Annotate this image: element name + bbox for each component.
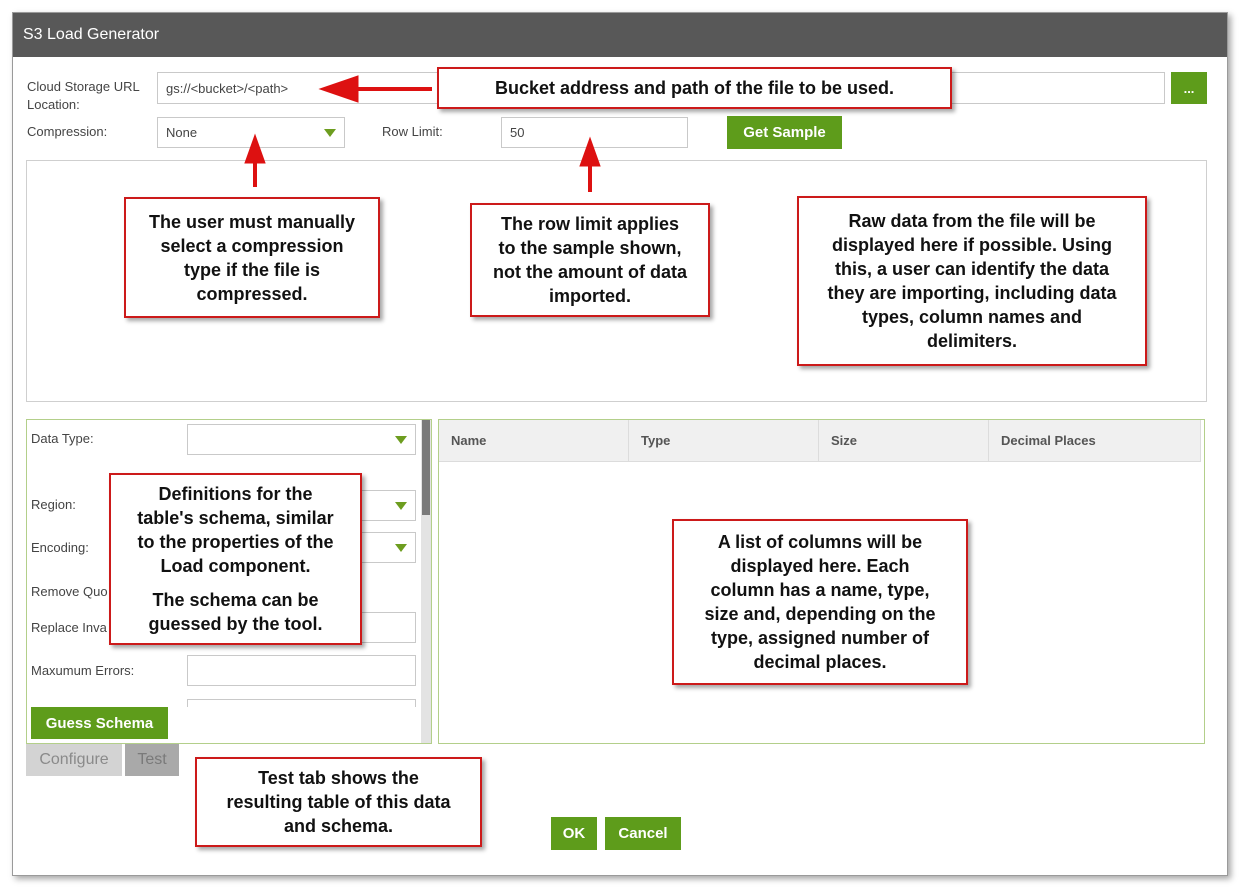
callout-line: imported. bbox=[548, 286, 631, 306]
get-sample-label: Get Sample bbox=[743, 124, 826, 141]
columns-header-row: Name Type Size Decimal Places bbox=[439, 420, 1201, 462]
url-label: Cloud Storage URL Location: bbox=[27, 79, 140, 112]
callout-line: Load component. bbox=[160, 556, 311, 576]
region-label: Region: bbox=[31, 497, 76, 512]
callout-line: they are importing, including data bbox=[827, 283, 1117, 303]
callout-line: displayed here if possible. Using bbox=[831, 235, 1113, 255]
row-limit-input[interactable]: 50 bbox=[501, 117, 688, 148]
callout-line: type, assigned number of bbox=[710, 628, 930, 648]
next-property-input[interactable] bbox=[187, 699, 416, 707]
browse-label: ... bbox=[1183, 80, 1195, 96]
tab-configure-label: Configure bbox=[39, 751, 109, 768]
callout-bucket: Bucket address and path of the file to b… bbox=[437, 67, 952, 109]
ok-button[interactable]: OK bbox=[551, 817, 597, 850]
ok-label: OK bbox=[562, 825, 586, 842]
chevron-down-icon bbox=[395, 501, 407, 510]
cancel-button[interactable]: Cancel bbox=[605, 817, 681, 850]
callout-line: decimal places. bbox=[753, 652, 887, 672]
compression-value: None bbox=[166, 125, 198, 140]
callout-line: and schema. bbox=[283, 816, 394, 836]
callout-line: to the sample shown, bbox=[498, 238, 682, 258]
callout-columns: A list of columns will be displayed here… bbox=[672, 519, 968, 685]
column-header-type[interactable]: Type bbox=[629, 420, 819, 461]
max-errors-label: Maxumum Errors: bbox=[31, 663, 135, 678]
scrollbar-thumb[interactable] bbox=[422, 420, 430, 515]
guess-schema-button[interactable]: Guess Schema bbox=[31, 707, 168, 739]
browse-button[interactable]: ... bbox=[1171, 72, 1207, 104]
callout-line: to the properties of the bbox=[137, 532, 334, 552]
callout-line: resulting table of this data bbox=[226, 792, 451, 812]
row-limit-label: Row Limit: bbox=[382, 124, 443, 139]
callout-line: not the amount of data bbox=[493, 262, 687, 282]
callout-compression: The user must manually select a compress… bbox=[124, 197, 380, 318]
remove-quotes-label: Remove Quo bbox=[31, 584, 108, 599]
callout-line: Raw data from the file will be bbox=[848, 211, 1096, 231]
callout-schema: Definitions for the table's schema, simi… bbox=[109, 473, 362, 645]
callout-row-limit: The row limit applies to the sample show… bbox=[470, 203, 710, 317]
chevron-down-icon bbox=[395, 543, 407, 552]
callout-line: this, a user can identify the data bbox=[834, 259, 1110, 279]
callout-line: table's schema, similar bbox=[137, 508, 334, 528]
callout-line: The row limit applies bbox=[500, 214, 680, 234]
window-title: S3 Load Generator bbox=[13, 13, 1227, 57]
callout-line: guessed by the tool. bbox=[148, 614, 323, 634]
callout-line: The schema can be bbox=[152, 590, 319, 610]
max-errors-input[interactable] bbox=[187, 655, 416, 686]
callout-line: A list of columns will be bbox=[717, 532, 923, 552]
callout-bucket-text: Bucket address and path of the file to b… bbox=[494, 78, 895, 98]
callout-line: type if the file is bbox=[183, 259, 321, 280]
callout-line: size and, depending on the bbox=[704, 604, 936, 624]
data-type-label: Data Type: bbox=[31, 431, 94, 446]
chevron-down-icon bbox=[324, 128, 336, 137]
callout-line: types, column names and bbox=[861, 307, 1083, 327]
callout-line: Definitions for the bbox=[158, 484, 313, 504]
replace-invalid-label: Replace Inva bbox=[31, 620, 107, 635]
cancel-label: Cancel bbox=[618, 825, 668, 842]
callout-raw-data: Raw data from the file will be displayed… bbox=[797, 196, 1147, 366]
callout-line: column has a name, type, bbox=[710, 580, 930, 600]
guess-schema-label: Guess Schema bbox=[45, 714, 154, 732]
column-header-size[interactable]: Size bbox=[819, 420, 989, 461]
compression-label: Compression: bbox=[27, 124, 108, 139]
column-header-decimal-places[interactable]: Decimal Places bbox=[989, 420, 1201, 461]
url-value: gs://<bucket>/<path> bbox=[166, 80, 289, 96]
callout-test-tab: Test tab shows the resulting table of th… bbox=[195, 757, 482, 847]
data-type-select[interactable] bbox=[187, 424, 416, 455]
get-sample-button[interactable]: Get Sample bbox=[727, 116, 842, 149]
callout-line: displayed here. Each bbox=[730, 556, 910, 576]
tab-test[interactable]: Test bbox=[125, 744, 179, 776]
callout-line: compressed. bbox=[196, 283, 308, 304]
tab-test-label: Test bbox=[137, 751, 167, 768]
callout-line: select a compression bbox=[160, 235, 344, 256]
tab-configure[interactable]: Configure bbox=[26, 744, 122, 776]
callout-line: The user must manually bbox=[148, 211, 356, 232]
encoding-label: Encoding: bbox=[31, 540, 89, 555]
callout-line: delimiters. bbox=[926, 331, 1018, 351]
row-limit-value: 50 bbox=[510, 125, 525, 140]
compression-select[interactable]: None bbox=[157, 117, 345, 148]
chevron-down-icon bbox=[395, 435, 407, 444]
callout-line: Test tab shows the bbox=[258, 768, 419, 788]
column-header-name[interactable]: Name bbox=[439, 420, 629, 461]
properties-scrollbar[interactable] bbox=[421, 420, 431, 743]
